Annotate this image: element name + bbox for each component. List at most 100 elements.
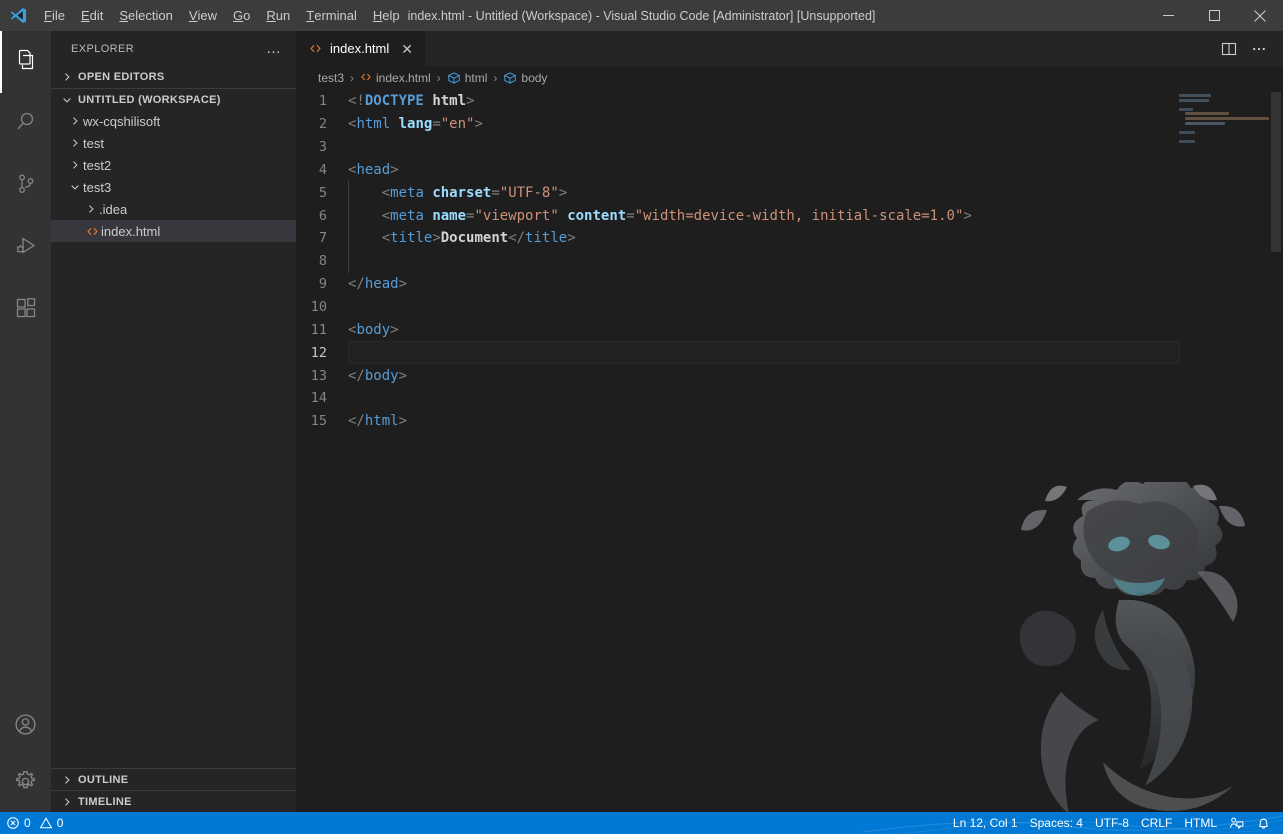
- split-editor-icon[interactable]: [1215, 34, 1243, 64]
- search-icon: [14, 110, 38, 139]
- error-icon: [6, 816, 20, 831]
- code-editor[interactable]: 1 <!DOCTYPE html> 2 <html lang="en"> 3 4…: [296, 90, 1283, 812]
- breadcrumb-item-test3[interactable]: test3: [316, 71, 346, 85]
- section-workspace[interactable]: UNTITLED (WORKSPACE): [51, 88, 296, 110]
- close-icon[interactable]: ✕: [399, 42, 415, 56]
- menu-run[interactable]: Run: [258, 0, 298, 31]
- breadcrumb-item-body[interactable]: body: [501, 71, 549, 86]
- breadcrumb-item-index-html[interactable]: index.html: [358, 71, 433, 85]
- tree-item-wx-cqshilisoft[interactable]: wx-cqshilisoft: [51, 110, 296, 132]
- tree-item-test[interactable]: test: [51, 132, 296, 154]
- code-line: 10: [296, 296, 1283, 319]
- activity-item-explorer[interactable]: [0, 31, 51, 93]
- menu-selection[interactable]: Selection: [111, 0, 180, 31]
- breadcrumb-label: html: [464, 71, 488, 85]
- status-encoding[interactable]: UTF-8: [1089, 812, 1135, 834]
- tree-item-test2[interactable]: test2: [51, 154, 296, 176]
- menu-terminal-mnemonic: T: [306, 8, 315, 23]
- section-open-editors-label: OPEN EDITORS: [78, 71, 165, 83]
- section-outline-label: OUTLINE: [78, 773, 129, 786]
- extensions-icon: [14, 296, 38, 325]
- line-number: 13: [310, 367, 327, 384]
- menu-go[interactable]: Go: [225, 0, 258, 31]
- vscode-logo-icon: [0, 6, 36, 25]
- menu-terminal[interactable]: Terminal: [298, 0, 365, 31]
- activity-item-accounts[interactable]: [0, 698, 51, 755]
- chevron-right-icon: [83, 203, 99, 215]
- section-open-editors[interactable]: OPEN EDITORS: [51, 66, 296, 88]
- status-indentation[interactable]: Spaces: 4: [1024, 812, 1089, 834]
- warning-icon: [39, 816, 53, 831]
- line-number: 2: [318, 116, 327, 133]
- tab-index-html[interactable]: index.html ✕: [296, 31, 426, 66]
- status-problems[interactable]: 0 0: [0, 812, 69, 834]
- close-icon[interactable]: [1237, 0, 1283, 31]
- menu-edit[interactable]: Edit: [73, 0, 111, 31]
- sidebar-more-actions-icon[interactable]: …: [260, 39, 288, 58]
- code-line: 6 <meta name="viewport" content="width=d…: [296, 204, 1283, 228]
- warning-count: 0: [56, 816, 64, 830]
- minimize-icon[interactable]: [1145, 0, 1191, 31]
- activity-item-run-and-debug[interactable]: [0, 217, 51, 279]
- line-content: <html lang="en">: [348, 116, 483, 133]
- line-content: <title>Document</title>: [381, 230, 576, 247]
- run-debug-icon: [14, 234, 38, 263]
- section-outline[interactable]: OUTLINE: [51, 768, 296, 790]
- status-language-mode[interactable]: HTML: [1178, 812, 1223, 834]
- bell-icon[interactable]: [1250, 812, 1277, 834]
- html-file-icon: [83, 225, 101, 238]
- current-line-highlight: [348, 341, 1180, 365]
- tree-item-idea[interactable]: .idea: [51, 198, 296, 220]
- line-number: 10: [310, 299, 327, 316]
- section-timeline[interactable]: TIMELINE: [51, 790, 296, 812]
- menu-run-rest: un: [275, 8, 291, 23]
- code-line: 15 </html>: [296, 410, 1283, 433]
- chevron-right-icon: [59, 796, 75, 808]
- tree-item-test3[interactable]: test3: [51, 176, 296, 198]
- breadcrumb: test3 › index.html › html › body: [296, 66, 1283, 90]
- activity-item-source-control[interactable]: [0, 155, 51, 217]
- feedback-person-icon[interactable]: [1223, 812, 1250, 834]
- menu-file[interactable]: File: [36, 0, 73, 31]
- chevron-right-icon: [59, 774, 75, 786]
- line-content: </head>: [348, 276, 408, 293]
- sidebar-bottom-sections: OUTLINE TIMELINE: [51, 768, 296, 812]
- breadcrumb-label: body: [521, 71, 548, 85]
- line-content: <meta name="viewport" content="width=dev…: [381, 207, 972, 224]
- explorer-sidebar: EXPLORER … OPEN EDITORS UNTITLED (WORKSP…: [51, 31, 296, 812]
- line-number: 14: [310, 390, 327, 407]
- menu-edit-mnemonic: E: [80, 8, 90, 23]
- code-line-active: 12: [296, 341, 1283, 365]
- chevron-right-icon: [67, 159, 83, 171]
- activity-item-extensions[interactable]: [0, 279, 51, 341]
- code-line: 5 <meta charset="UTF-8">: [296, 181, 1283, 205]
- tree-item-index-html[interactable]: index.html: [51, 220, 296, 242]
- menu-selection-rest: election: [128, 8, 173, 23]
- line-content: </body>: [348, 367, 408, 384]
- menu-help[interactable]: Help: [365, 0, 408, 31]
- activity-item-manage[interactable]: [0, 755, 51, 812]
- activity-item-search[interactable]: [0, 93, 51, 155]
- vscode-window: File Edit Selection View Go Run Terminal…: [0, 0, 1283, 834]
- tab-label: index.html: [330, 41, 390, 56]
- menu-view[interactable]: View: [181, 0, 225, 31]
- menu-selection-mnemonic: S: [119, 8, 129, 23]
- line-number: 4: [318, 161, 327, 178]
- editor-group: index.html ✕ test3 › index.html › html ›…: [296, 31, 1283, 812]
- activity-bar-bottom: [0, 698, 51, 812]
- file-tree: wx-cqshilisoft test test2 test3 .idea in…: [51, 110, 296, 768]
- chevron-right-icon: [59, 71, 75, 83]
- ellipsis-icon[interactable]: [1245, 34, 1273, 64]
- status-eol[interactable]: CRLF: [1135, 812, 1178, 834]
- editor-scrollbar[interactable]: [1271, 92, 1281, 252]
- breadcrumb-item-html[interactable]: html: [445, 71, 490, 86]
- error-count: 0: [24, 816, 31, 830]
- tree-item-label: index.html: [101, 223, 161, 239]
- menu-terminal-rest: erminal: [314, 8, 357, 23]
- status-cursor-position[interactable]: Ln 12, Col 1: [947, 812, 1024, 834]
- line-number: 8: [318, 253, 327, 270]
- line-number: 5: [318, 184, 327, 201]
- maximize-icon[interactable]: [1191, 0, 1237, 31]
- chevron-right-icon: [67, 137, 83, 149]
- sidebar-header: EXPLORER …: [51, 31, 296, 66]
